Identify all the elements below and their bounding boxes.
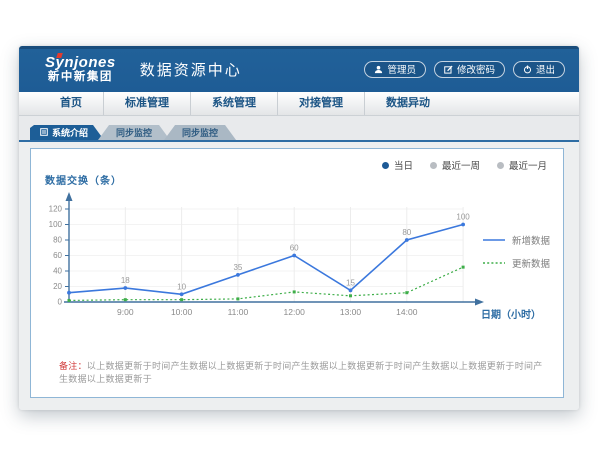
svg-text:9:00: 9:00 [117,307,134,317]
range-option-today[interactable]: 当日 [382,158,413,172]
svg-text:14:00: 14:00 [396,307,418,317]
nav-item-standard-mgmt[interactable]: 标准管理 [104,92,191,115]
legend-update-data-label: 更新数据 [512,256,550,270]
svg-text:10:00: 10:00 [171,307,193,317]
legend-new-data[interactable]: 新增数据 [482,233,550,247]
change-password-button[interactable]: 修改密码 [434,61,505,78]
tab-sync-monitor-2[interactable]: 同步监控 [164,125,236,140]
nav-item-system-mgmt[interactable]: 系统管理 [191,92,278,115]
tab-system-intro-label: 系统介绍 [52,126,88,139]
content-area: 当日 最近一周 最近一月 数据交换（条） 日期（小时） 0 20 40 60 80 100… [19,142,579,410]
main-nav: 首页 标准管理 系统管理 对接管理 数据异动 [19,92,579,116]
svg-text:13:00: 13:00 [340,307,362,317]
footnote: 备注：以上数据更新于时间产生数据以上数据更新于时间产生数据以上数据更新于时间产生… [59,359,551,385]
logout-button[interactable]: 退出 [513,61,565,78]
user-button-label: 管理员 [387,62,416,76]
svg-text:100: 100 [456,213,470,222]
footnote-text: 以上数据更新于时间产生数据以上数据更新于时间产生数据以上数据更新于时间产生数据以… [59,361,543,384]
header-actions: 管理员 修改密码 退出 [364,61,565,78]
nav-item-integration-mgmt[interactable]: 对接管理 [278,92,365,115]
app-title: 数据资源中心 [140,59,242,80]
svg-text:10: 10 [177,282,186,291]
document-icon [40,128,48,138]
svg-text:12:00: 12:00 [284,307,306,317]
range-option-last-month[interactable]: 最近一月 [497,158,547,172]
tab-strip: 系统介绍 同步监控 同步监控 [19,116,579,142]
svg-text:80: 80 [53,236,62,245]
range-today-label: 当日 [394,158,413,172]
radio-dot [497,162,504,169]
svg-text:120: 120 [49,205,63,214]
tab-sync-monitor-2-label: 同步监控 [182,126,218,139]
svg-text:0: 0 [58,298,63,307]
legend-update-data[interactable]: 更新数据 [482,256,550,270]
legend-new-data-label: 新增数据 [512,233,550,247]
svg-text:15: 15 [346,278,355,287]
svg-text:60: 60 [290,244,299,253]
range-option-last-week[interactable]: 最近一周 [430,158,480,172]
range-month-label: 最近一月 [509,158,547,172]
series-legend: 新增数据 更新数据 [482,233,550,270]
edit-icon [444,65,453,74]
logout-label: 退出 [536,62,555,76]
radio-dot [382,162,389,169]
y-axis-title: 数据交换（条） [45,172,122,187]
svg-text:40: 40 [53,267,62,276]
change-password-label: 修改密码 [457,62,495,76]
tab-system-intro[interactable]: 系统介绍 [30,125,104,140]
power-icon [523,65,532,74]
svg-text:35: 35 [233,263,242,272]
svg-text:11:00: 11:00 [228,307,249,317]
svg-text:60: 60 [53,251,62,260]
svg-text:20: 20 [53,282,62,291]
nav-item-data-change[interactable]: 数据异动 [365,92,451,115]
synjones-logo: Synjones 新中新集团 [45,55,116,84]
svg-text:18: 18 [121,276,130,285]
logo-subtitle: 新中新集团 [45,72,116,84]
svg-text:100: 100 [49,220,63,229]
footnote-label: 备注： [59,361,87,371]
user-icon [374,65,383,74]
chart-panel: 当日 最近一周 最近一月 数据交换（条） 日期（小时） 0 20 40 60 80 100… [30,148,564,398]
nav-item-home[interactable]: 首页 [39,92,104,115]
tab-sync-monitor-1[interactable]: 同步监控 [98,125,170,140]
x-axis-title: 日期（小时） [481,306,541,321]
user-button[interactable]: 管理员 [364,61,426,78]
radio-dot [430,162,437,169]
app-window: Synjones 新中新集团 数据资源中心 管理员 修改密码 退出 首页 标准管… [19,46,579,410]
range-week-label: 最近一周 [442,158,480,172]
legend-line-dotted [482,259,506,267]
tab-sync-monitor-1-label: 同步监控 [116,126,152,139]
legend-line-solid [482,236,506,244]
svg-text:80: 80 [402,228,411,237]
app-header: Synjones 新中新集团 数据资源中心 管理员 修改密码 退出 [19,46,579,92]
range-selector: 当日 最近一周 最近一月 [382,158,547,172]
